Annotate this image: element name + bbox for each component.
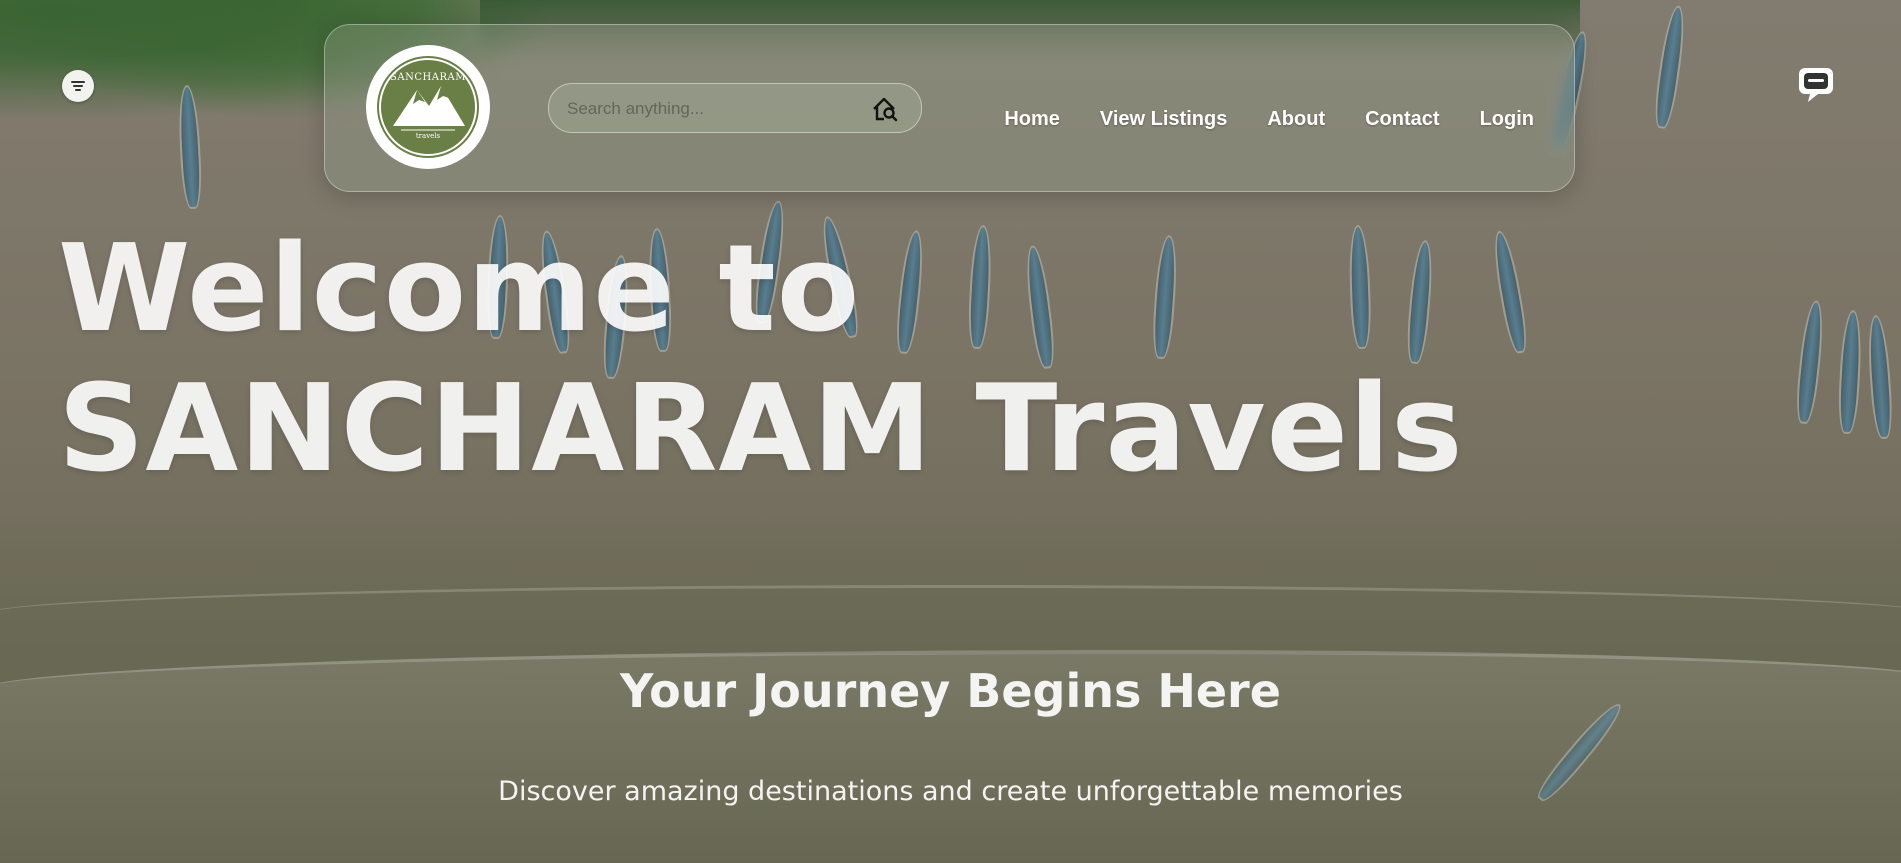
site-header: SANCHARAM travels Home View Listings Abo…	[324, 24, 1575, 192]
filter-button[interactable]	[62, 70, 94, 102]
filter-icon	[71, 81, 85, 91]
home-search-icon[interactable]	[871, 96, 899, 122]
hero-description: Discover amazing destinations and create…	[498, 776, 1403, 807]
hero-title: Welcome to SANCHARAM Travels	[58, 220, 1464, 499]
logo-subtitle: travels	[415, 132, 441, 140]
nav-home[interactable]: Home	[1004, 108, 1060, 131]
hero-subtitle: Your Journey Begins Here	[620, 664, 1281, 718]
search-bar	[548, 83, 922, 134]
logo[interactable]: SANCHARAM travels	[366, 45, 490, 169]
main-nav: Home View Listings About Contact Login	[1004, 108, 1534, 131]
chat-button[interactable]	[1796, 65, 1836, 105]
nav-contact[interactable]: Contact	[1365, 108, 1439, 131]
nav-about[interactable]: About	[1267, 108, 1325, 131]
chat-icon	[1799, 68, 1833, 102]
nav-login[interactable]: Login	[1480, 108, 1534, 131]
search-input[interactable]	[565, 84, 869, 134]
nav-view-listings[interactable]: View Listings	[1100, 108, 1227, 131]
